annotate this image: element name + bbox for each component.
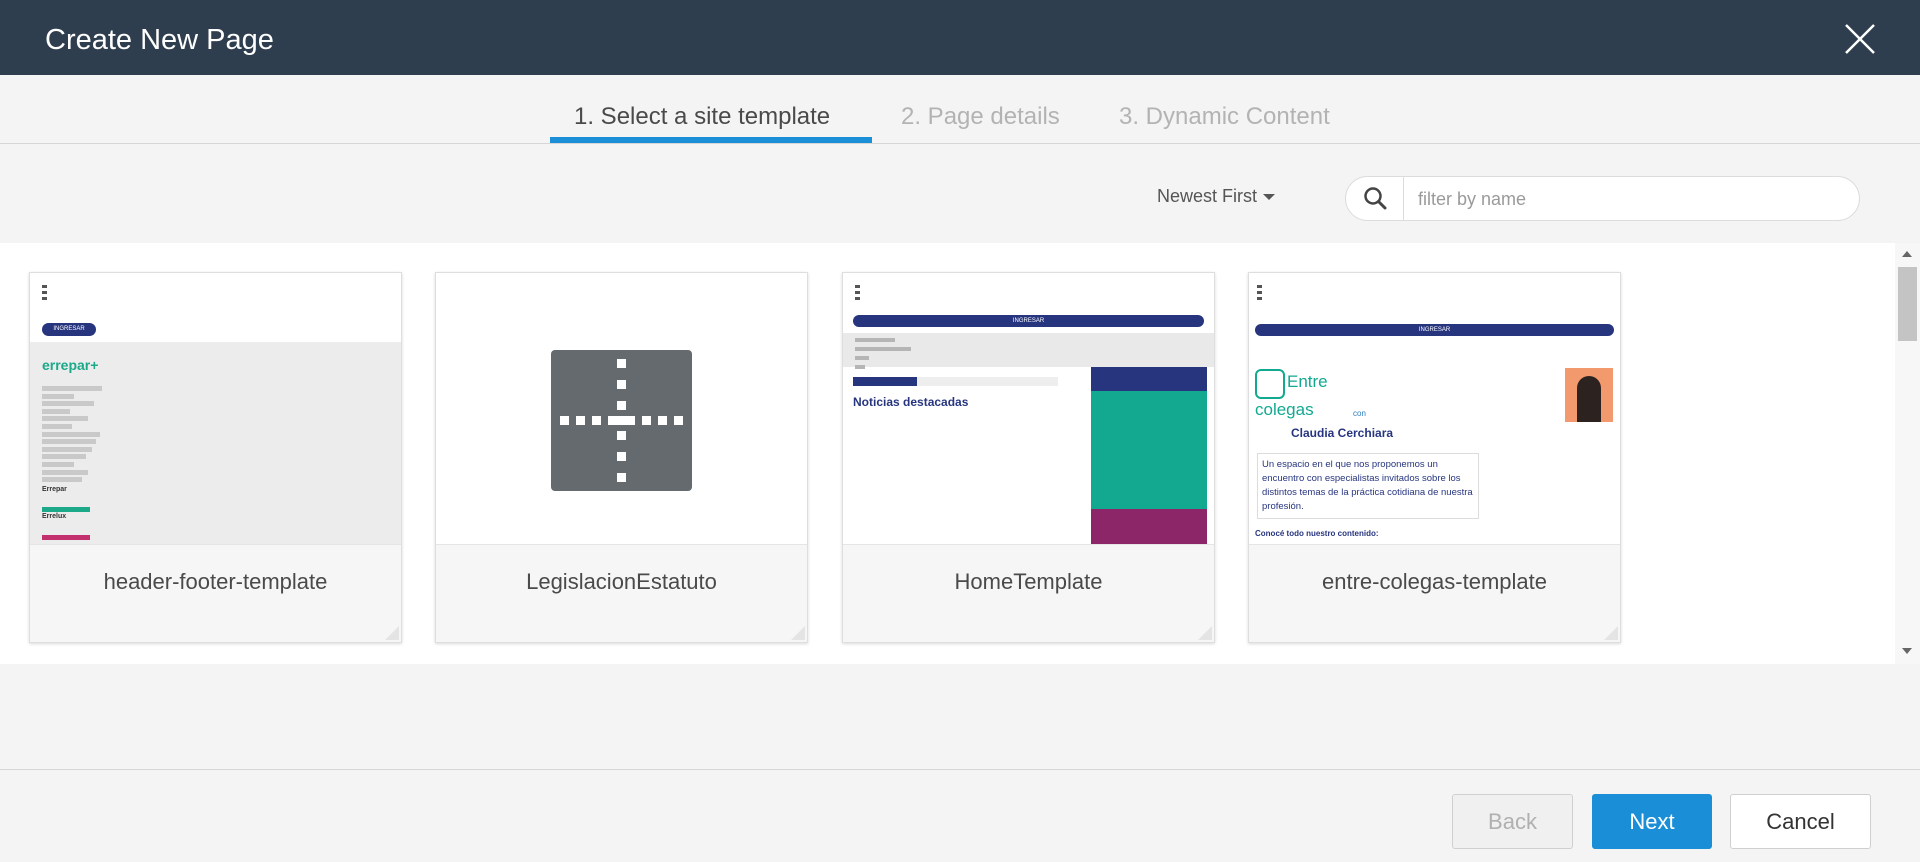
thumb-section-title: Errepar xyxy=(42,486,67,493)
template-thumbnail: INGRESAR Entre colegas con Claudia Cerch… xyxy=(1249,273,1620,544)
thumb-headline: Noticias destacadas xyxy=(853,395,969,409)
cancel-button[interactable]: Cancel xyxy=(1730,794,1871,849)
scroll-down-arrow-icon[interactable] xyxy=(1902,648,1912,654)
template-grid: INGRESAR errepar+ Errepar Errelux header… xyxy=(0,243,1920,664)
template-name: HomeTemplate xyxy=(843,544,1214,642)
thumb-person-name: Claudia Cerchiara xyxy=(1291,426,1394,440)
thumb-logo: errepar+ xyxy=(42,357,99,373)
step-select-template[interactable]: 1. Select a site template xyxy=(574,103,830,131)
dialog-footer: Back Next Cancel xyxy=(0,769,1920,862)
thumb-ingresar-button: INGRESAR xyxy=(42,323,96,336)
template-card-legislacion[interactable]: LegislacionEstatuto xyxy=(435,272,808,643)
thumb-cta: Conocé todo nuestro contenido: xyxy=(1255,529,1379,538)
search-box xyxy=(1345,176,1860,221)
template-name: LegislacionEstatuto xyxy=(436,544,807,642)
resize-corner xyxy=(1604,626,1618,640)
close-icon[interactable] xyxy=(1843,22,1877,56)
thumb-section-title: Errelux xyxy=(42,513,67,520)
scroll-up-arrow-icon[interactable] xyxy=(1902,251,1912,257)
search-icon[interactable] xyxy=(1346,177,1404,220)
back-button[interactable]: Back xyxy=(1452,794,1573,849)
thumb-ingresar-button: INGRESAR xyxy=(853,315,1204,327)
step-dynamic-content[interactable]: 3. Dynamic Content xyxy=(1119,103,1330,131)
sort-dropdown[interactable]: Newest First xyxy=(1157,186,1276,207)
next-button[interactable]: Next xyxy=(1592,794,1712,849)
thumb-logo-icon xyxy=(1255,369,1285,399)
thumb-ingresar-button: INGRESAR xyxy=(1255,324,1614,336)
wizard-steps: 1. Select a site template 2. Page detail… xyxy=(0,75,1920,144)
thumb-description: Un espacio en el que nos proponemos un e… xyxy=(1257,453,1479,519)
resize-corner xyxy=(791,626,805,640)
template-name: header-footer-template xyxy=(30,544,401,642)
active-step-indicator xyxy=(550,137,872,143)
filter-input[interactable] xyxy=(1418,186,1838,212)
dialog-title: Create New Page xyxy=(45,24,274,56)
caret-down-icon xyxy=(1263,194,1276,201)
template-card-header-footer[interactable]: INGRESAR errepar+ Errepar Errelux header… xyxy=(29,272,402,643)
template-name: entre-colegas-template xyxy=(1249,544,1620,642)
template-toolbar: Newest First xyxy=(0,144,1920,243)
grid-scrollbar[interactable] xyxy=(1895,243,1920,664)
template-thumbnail xyxy=(436,273,807,544)
template-card-entre-colegas[interactable]: INGRESAR Entre colegas con Claudia Cerch… xyxy=(1248,272,1621,643)
thumb-title-line2: colegas xyxy=(1255,400,1314,419)
thumb-title-line1: Entre xyxy=(1287,372,1328,391)
scrollbar-thumb[interactable] xyxy=(1898,267,1917,341)
sort-label: Newest First xyxy=(1157,186,1258,206)
step-page-details[interactable]: 2. Page details xyxy=(901,103,1060,131)
resize-corner xyxy=(1198,626,1212,640)
template-card-home[interactable]: INGRESAR Noticias destacadas HomeTemplat… xyxy=(842,272,1215,643)
thumb-con-label: con xyxy=(1353,409,1366,418)
template-thumbnail: INGRESAR errepar+ Errepar Errelux xyxy=(30,273,401,544)
blank-template-icon xyxy=(551,350,692,491)
resize-corner xyxy=(385,626,399,640)
dialog-header: Create New Page xyxy=(0,0,1920,75)
thumb-photo xyxy=(1565,368,1613,422)
template-thumbnail: INGRESAR Noticias destacadas xyxy=(843,273,1214,544)
